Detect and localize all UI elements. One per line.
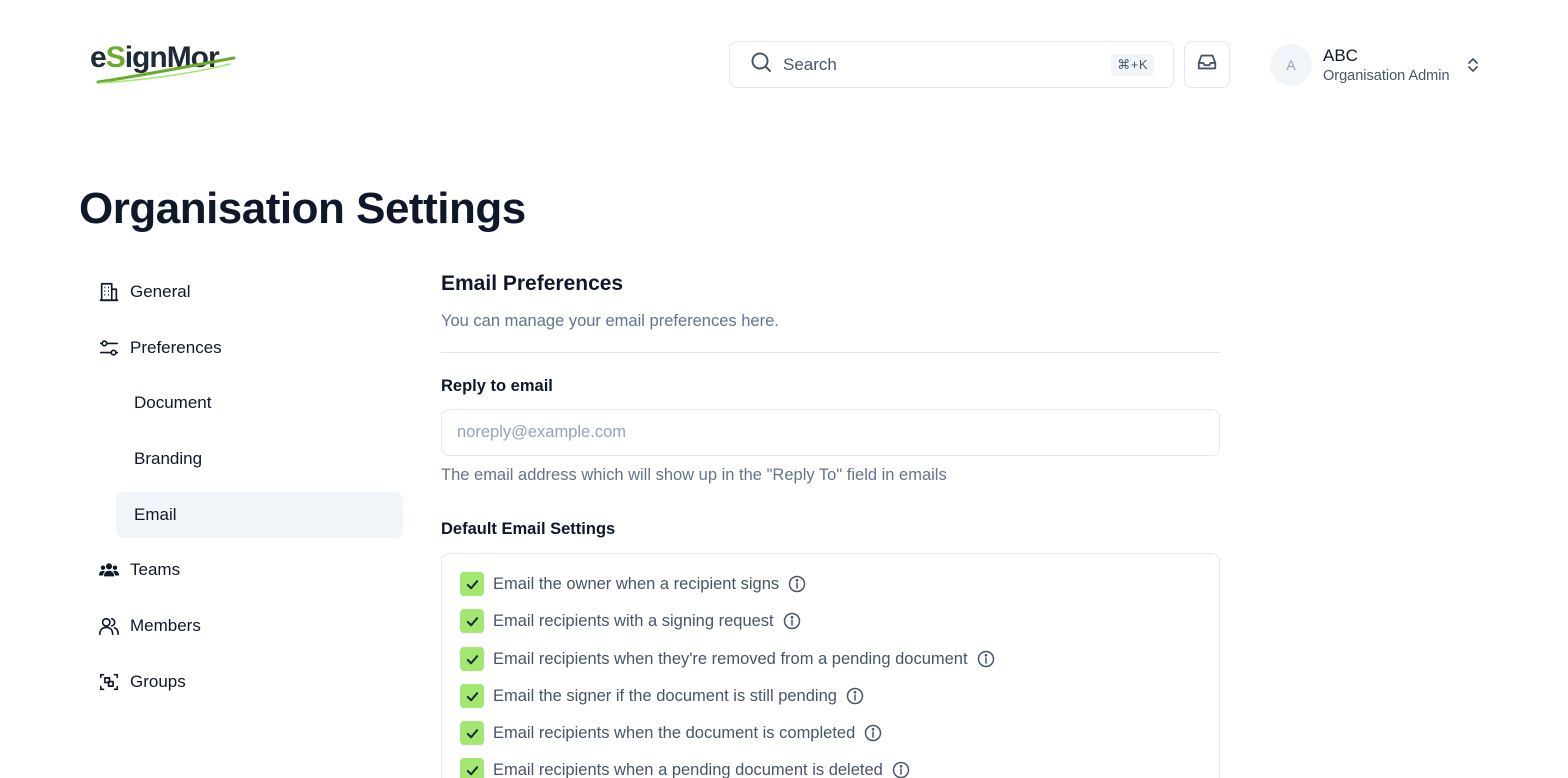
checkbox-pending-document-deleted[interactable]: Email recipients when a pending document…	[460, 758, 910, 778]
avatar: A	[1270, 44, 1312, 86]
divider	[441, 352, 1220, 353]
sidebar-item-label: General	[130, 282, 191, 301]
info-icon[interactable]	[892, 761, 910, 778]
checkbox-document-completed[interactable]: Email recipients when the document is co…	[460, 721, 882, 745]
inbox-button[interactable]	[1184, 41, 1230, 88]
user-name: ABC	[1323, 45, 1358, 65]
checkbox-owner-recipient-signs[interactable]: Email the owner when a recipient signs	[460, 572, 806, 596]
sidebar-item-document[interactable]: Document	[116, 380, 403, 426]
checkbox[interactable]	[460, 647, 484, 671]
section-description: You can manage your email preferences he…	[441, 312, 779, 330]
search-bar[interactable]: Search ⌘+K	[729, 41, 1174, 88]
svg-text:eSignMor: eSignMor	[90, 41, 220, 74]
reply-to-email-help: The email address which will show up in …	[441, 466, 947, 484]
search-placeholder: Search	[783, 54, 837, 74]
sidebar-item-groups[interactable]: Groups	[97, 659, 403, 705]
checkbox[interactable]	[460, 572, 484, 596]
group-scan-icon	[97, 670, 121, 694]
checkbox-label: Email the owner when a recipient signs	[493, 574, 780, 593]
check-icon	[466, 616, 478, 626]
esignmor-logo[interactable]: eSignMor	[90, 36, 240, 88]
sidebar-item-label: Preferences	[130, 338, 222, 357]
check-icon	[466, 765, 478, 775]
sidebar-item-label: Teams	[130, 560, 181, 579]
sliders-icon	[97, 336, 121, 360]
checkbox[interactable]	[460, 609, 484, 633]
checkbox-label: Email the signer if the document is stil…	[493, 686, 837, 705]
users-group-icon	[97, 558, 121, 582]
reply-to-email-input[interactable]	[441, 409, 1220, 456]
sidebar-item-branding[interactable]: Branding	[116, 436, 403, 482]
checkbox[interactable]	[460, 721, 484, 745]
info-icon[interactable]	[864, 724, 882, 742]
info-icon[interactable]	[846, 687, 864, 705]
user-role: Organisation Admin	[1323, 67, 1450, 84]
checkbox-label: Email recipients when a pending document…	[493, 760, 883, 778]
sidebar-item-label: Branding	[134, 449, 203, 468]
building-icon	[97, 280, 121, 304]
default-email-settings-label: Default Email Settings	[441, 520, 616, 538]
sidebar-item-preferences[interactable]: Preferences	[97, 325, 403, 371]
info-icon[interactable]	[783, 612, 801, 630]
check-icon	[466, 654, 478, 664]
search-icon	[749, 50, 773, 79]
check-icon	[466, 691, 478, 701]
check-icon	[466, 728, 478, 738]
info-icon[interactable]	[977, 650, 995, 668]
reply-to-email-label: Reply to email	[441, 377, 553, 395]
sidebar-item-members[interactable]: Members	[97, 603, 403, 649]
page-title: Organisation Settings	[79, 184, 526, 233]
sidebar-item-teams[interactable]: Teams	[97, 547, 403, 593]
chevron-up-down-icon	[1464, 55, 1482, 75]
checkbox[interactable]	[460, 758, 484, 778]
user-menu[interactable]: A ABC Organisation Admin	[1270, 43, 1482, 87]
section-title: Email Preferences	[441, 272, 624, 295]
sidebar-item-label: Email	[134, 505, 177, 524]
inbox-icon	[1196, 51, 1218, 78]
sidebar-item-label: Document	[134, 393, 212, 412]
search-shortcut-badge: ⌘+K	[1111, 53, 1154, 76]
sidebar-item-email[interactable]: Email	[116, 492, 403, 538]
checkbox-label: Email recipients when they're removed fr…	[493, 649, 968, 668]
checkbox-label: Email recipients when the document is co…	[493, 723, 856, 742]
sidebar-item-label: Members	[130, 616, 201, 635]
sidebar-item-label: Groups	[130, 672, 186, 691]
checkbox-label: Email recipients with a signing request	[493, 611, 774, 630]
sidebar-item-general[interactable]: General	[97, 269, 403, 315]
checkbox-recipients-removed[interactable]: Email recipients when they're removed fr…	[460, 647, 995, 671]
checkbox-signer-still-pending[interactable]: Email the signer if the document is stil…	[460, 684, 864, 708]
users-icon	[97, 614, 121, 638]
check-icon	[466, 579, 478, 589]
info-icon[interactable]	[788, 575, 806, 593]
checkbox-recipients-signing-request[interactable]: Email recipients with a signing request	[460, 609, 801, 633]
checkbox[interactable]	[460, 684, 484, 708]
